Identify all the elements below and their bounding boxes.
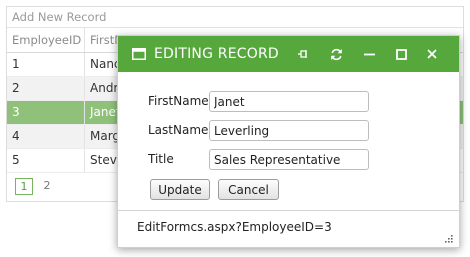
cell-employeeid: 4	[7, 125, 85, 148]
window-titlebar[interactable]: EDITING RECORD	[118, 36, 459, 72]
firstname-row: FirstName	[148, 91, 388, 113]
reload-icon[interactable]	[327, 45, 345, 63]
lastname-row: LastName	[148, 120, 388, 142]
close-icon[interactable]	[423, 45, 441, 63]
cell-employeeid: 2	[7, 77, 85, 100]
pin-icon[interactable]	[295, 45, 313, 63]
title-label: Title	[148, 152, 174, 166]
firstname-label: FirstName	[148, 94, 209, 108]
editing-record-window: EDITING RECORD FirstName Janet LastName …	[117, 35, 460, 248]
pager-page-1[interactable]: 1	[15, 178, 33, 195]
status-url: EditFormcs.aspx?EmployeeID=3	[137, 220, 332, 234]
cell-employeeid: 1	[7, 53, 85, 76]
lastname-field[interactable]	[209, 120, 369, 141]
cell-employeeid: 3	[7, 101, 85, 124]
window-icon	[132, 47, 146, 61]
minimize-icon[interactable]	[360, 45, 378, 63]
update-button[interactable]: Update	[150, 179, 210, 200]
firstname-field[interactable]	[209, 91, 369, 112]
add-new-record-link[interactable]: Add New Record	[7, 7, 463, 28]
resize-grip-icon[interactable]	[443, 232, 453, 243]
pager: 1 2	[15, 178, 55, 195]
cancel-button[interactable]: Cancel	[218, 179, 279, 200]
pager-page-2[interactable]: 2	[39, 178, 55, 193]
window-statusbar: EditFormcs.aspx?EmployeeID=3	[118, 210, 459, 247]
maximize-icon[interactable]	[392, 45, 410, 63]
title-row: Title	[148, 149, 388, 171]
window-title: EDITING RECORD	[154, 46, 279, 62]
lastname-label: LastName	[148, 123, 209, 137]
cell-employeeid: 5	[7, 149, 85, 172]
column-header-employeeid[interactable]: EmployeeID	[7, 28, 85, 52]
title-field[interactable]	[209, 149, 369, 170]
